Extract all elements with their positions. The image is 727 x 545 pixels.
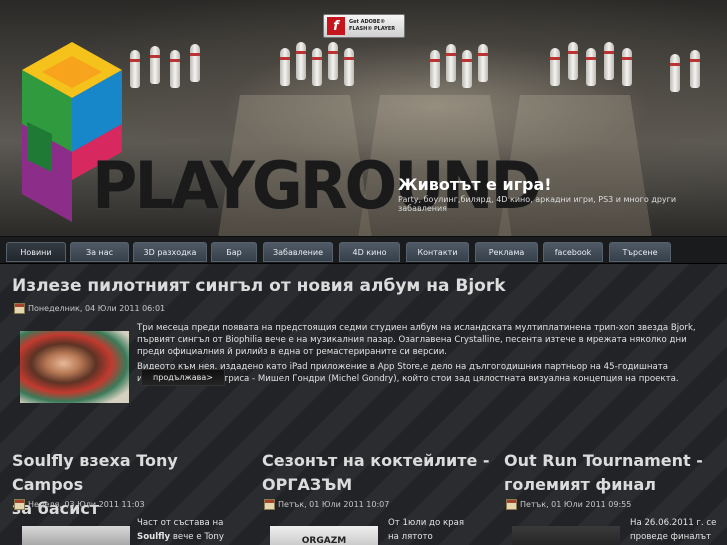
flash-line2: FLASH® PLAYER [349, 26, 396, 32]
bowling-pins [110, 20, 710, 100]
nav-item-bar[interactable]: Бар [211, 242, 257, 262]
thumbnail-label: ORGAZM [301, 536, 347, 545]
calendar-icon [264, 499, 275, 510]
featured-article-meta: Понеделник, 04 Юли 2011 06:01 [14, 303, 165, 314]
featured-article-paragraph: Три месеца преди появата на предстоящия … [137, 323, 696, 357]
nav-item-entertainment[interactable]: Забавление [263, 242, 333, 262]
article-meta: Неделя, 03 Юли 2011 11:03 [14, 499, 145, 510]
calendar-icon [14, 303, 25, 314]
brand-tagline: Животът е игра! [398, 175, 552, 194]
featured-article-title[interactable]: Излезе пилотният сингъл от новия албум н… [12, 276, 506, 296]
article-thumbnail[interactable]: ORGAZM [270, 526, 378, 545]
calendar-icon [14, 499, 25, 510]
flash-line1: Get ADOBE® [349, 19, 386, 25]
news-content: Излезе пилотният сингъл от новия албум н… [0, 264, 727, 545]
get-flash-player-button[interactable]: f Get ADOBE® FLASH® PLAYER [323, 14, 405, 38]
calendar-icon [506, 499, 517, 510]
nav-item-advertising[interactable]: Реклама [475, 242, 538, 262]
nav-item-4d-cinema[interactable]: 4D кино [339, 242, 400, 262]
nav-item-3d-tour[interactable]: 3D разходка [133, 242, 207, 262]
featured-article-thumbnail[interactable] [20, 331, 129, 403]
featured-article-date: Понеделник, 04 Юли 2011 06:01 [28, 304, 166, 313]
article-meta: Петък, 01 Юли 2011 09:55 [506, 499, 631, 510]
nav-item-search[interactable]: Търсене [609, 242, 671, 262]
article-excerpt: На 26.06.2011 г. се проведе финалът [630, 518, 717, 542]
article-title[interactable]: Soulfly взеха Tony Campos за басист [12, 449, 242, 521]
article-thumbnail[interactable] [512, 526, 620, 545]
article-date: Петък, 01 Юли 2011 10:07 [278, 500, 390, 509]
article-excerpt: Част от състава на Soulfly вече е Tony [137, 518, 224, 542]
article-meta: Петък, 01 Юли 2011 10:07 [264, 499, 389, 510]
flash-icon: f [327, 17, 345, 35]
article-date: Неделя, 03 Юли 2011 11:03 [28, 500, 145, 509]
main-nav: Новини За нас 3D разходка Бар Забавление… [0, 236, 727, 264]
nav-item-news[interactable]: Новини [6, 242, 66, 262]
nav-item-facebook[interactable]: facebook [543, 242, 603, 262]
brand-subtagline: Party, боулинг,билярд, 4D кино, аркадни … [398, 195, 677, 213]
article-thumbnail[interactable] [22, 526, 130, 545]
article-title[interactable]: Out Run Tournament - големият финал [504, 449, 724, 497]
header-banner: f Get ADOBE® FLASH® PLAYER PLAYGROUND Жи… [0, 0, 727, 236]
article-excerpt: От 1юли до края на лятото [388, 518, 465, 542]
read-more-button[interactable]: продължава> [141, 369, 225, 386]
nav-item-contacts[interactable]: Контакти [406, 242, 469, 262]
article-title[interactable]: Сезонът на коктейлите - ОРГАЗЪМ [262, 449, 492, 497]
article-date: Петък, 01 Юли 2011 09:55 [520, 500, 632, 509]
nav-item-about[interactable]: За нас [70, 242, 129, 262]
